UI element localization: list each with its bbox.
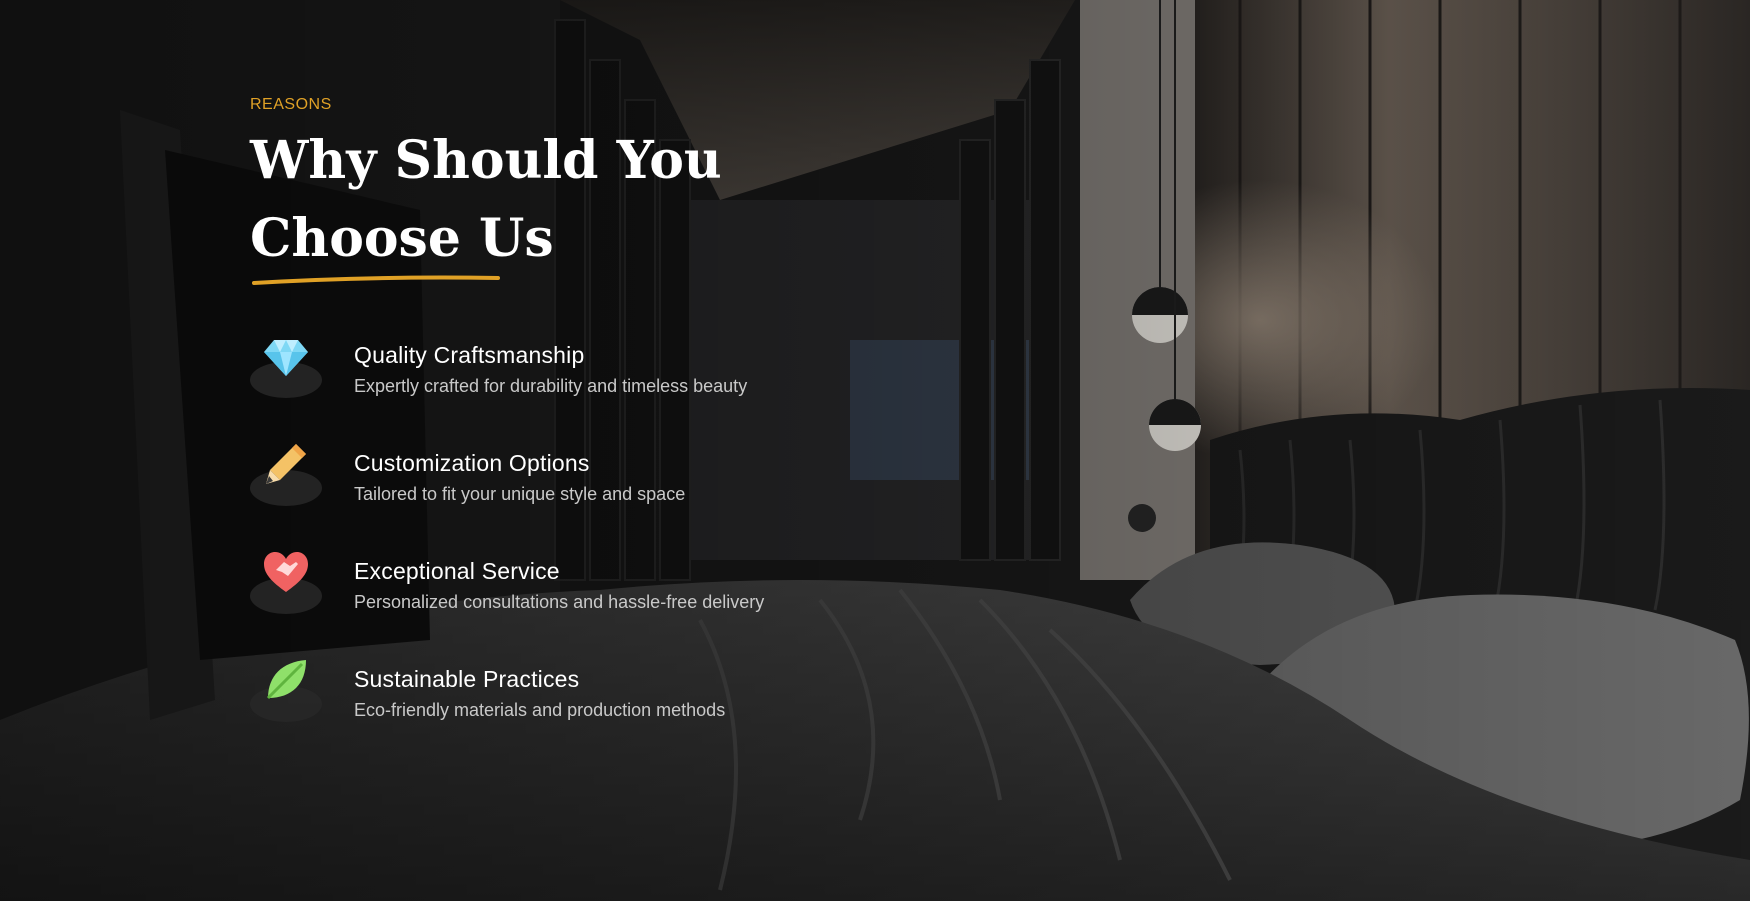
diamond-icon xyxy=(264,340,308,376)
feature-icon-container xyxy=(250,332,322,398)
leaf-icon xyxy=(266,660,306,700)
feature-title: Customization Options xyxy=(354,450,590,476)
feature-icon-container xyxy=(250,440,322,506)
feature-description: Personalized consultations and hassle-fr… xyxy=(354,592,765,612)
feature-description: Tailored to fit your unique style and sp… xyxy=(354,484,686,504)
features-list: Quality Craftsmanship Expertly crafted f… xyxy=(250,332,1010,764)
feature-icon-container xyxy=(250,656,322,722)
pencil-icon xyxy=(266,444,306,484)
feature-title: Quality Craftsmanship xyxy=(354,342,585,368)
heading-underline xyxy=(252,275,500,285)
section-heading: Why Should You Choose Us xyxy=(250,122,1010,285)
heart-handshake-icon xyxy=(264,552,308,592)
heading-line-1: Why Should You xyxy=(250,130,722,191)
feature-item-service: Exceptional Service Personalized consult… xyxy=(250,548,1010,656)
feature-item-sustainable: Sustainable Practices Eco-friendly mater… xyxy=(250,656,1010,764)
heading-line-2: Choose Us xyxy=(250,208,554,269)
feature-description: Eco-friendly materials and production me… xyxy=(354,700,726,720)
reasons-section: REASONS Why Should You Choose Us Quality… xyxy=(250,96,1010,764)
feature-item-customization: Customization Options Tailored to fit yo… xyxy=(250,440,1010,548)
feature-title: Sustainable Practices xyxy=(354,666,580,692)
section-eyebrow: REASONS xyxy=(250,96,332,113)
feature-item-quality: Quality Craftsmanship Expertly crafted f… xyxy=(250,332,1010,440)
feature-icon-container xyxy=(250,548,322,614)
feature-title: Exceptional Service xyxy=(354,558,560,584)
feature-description: Expertly crafted for durability and time… xyxy=(354,376,748,396)
